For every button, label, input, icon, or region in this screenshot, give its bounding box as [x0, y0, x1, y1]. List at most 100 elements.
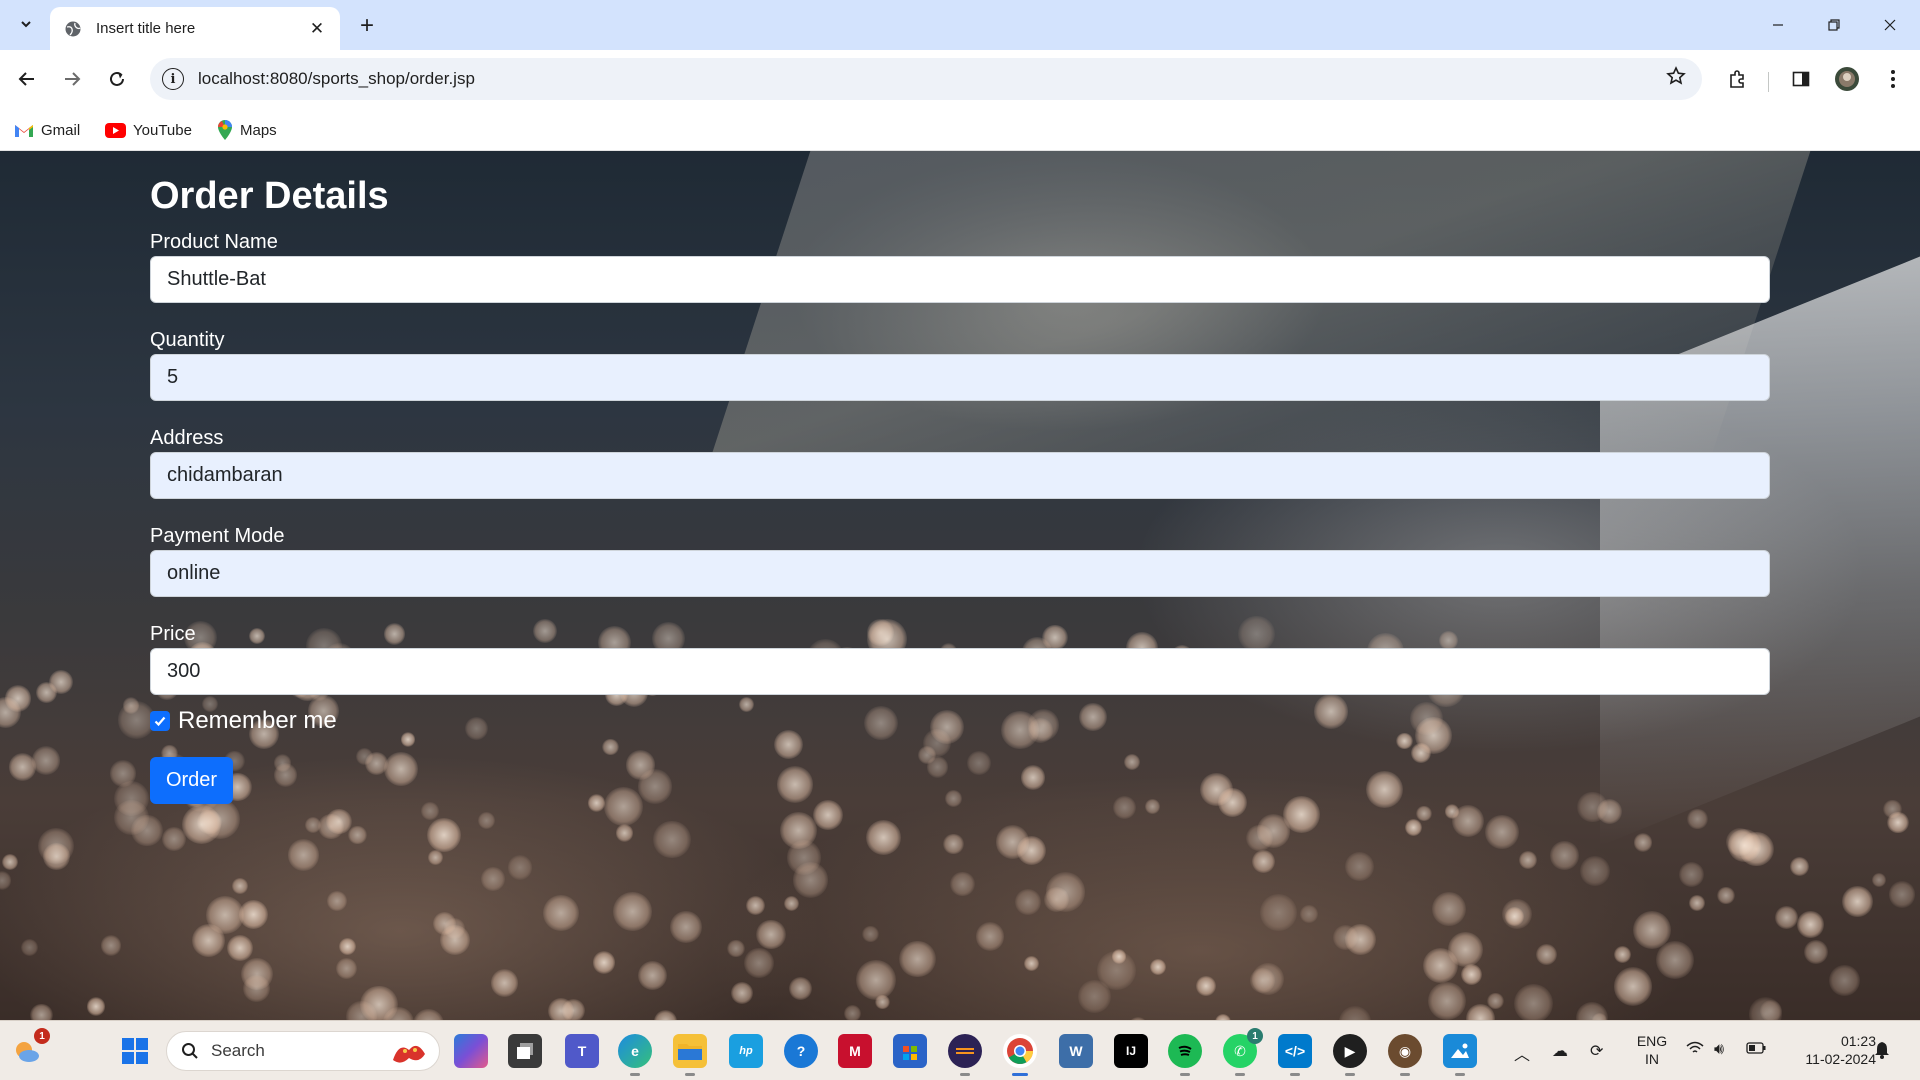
- bokeh-light: [49, 669, 74, 694]
- bokeh-light: [439, 925, 471, 956]
- close-tab-icon[interactable]: ✕: [306, 18, 328, 40]
- restore-button[interactable]: [1806, 0, 1862, 50]
- bokeh-light: [653, 820, 691, 859]
- bokeh-light: [1344, 851, 1375, 882]
- task-view-app[interactable]: [508, 1034, 542, 1068]
- notification-bell-icon[interactable]: [1874, 1041, 1890, 1064]
- chrome-app[interactable]: [1003, 1034, 1037, 1076]
- product-name-input[interactable]: [150, 256, 1770, 303]
- bookmark-label: YouTube: [133, 121, 192, 139]
- game-app[interactable]: ◉: [1388, 1034, 1422, 1076]
- start-button[interactable]: [118, 1034, 152, 1068]
- bokeh-light: [789, 977, 813, 1001]
- bokeh-light: [1259, 894, 1297, 932]
- file-explorer-app[interactable]: [673, 1034, 707, 1076]
- bokeh-light: [1829, 965, 1861, 997]
- bookmark-label: Maps: [240, 121, 277, 139]
- bokeh-light: [975, 922, 1004, 951]
- bokeh-light: [950, 871, 975, 897]
- side-panel-icon[interactable]: [1786, 64, 1816, 94]
- show-hidden-icons-chevron-icon[interactable]: ︿: [1514, 1041, 1530, 1065]
- payment-mode-input[interactable]: [150, 550, 1770, 597]
- bokeh-light: [181, 805, 221, 845]
- bokeh-light: [1487, 992, 1504, 1010]
- media-player-app[interactable]: ▶: [1333, 1034, 1367, 1076]
- help-icon: ?: [796, 1043, 806, 1059]
- bokeh-light: [326, 808, 352, 835]
- onedrive-icon[interactable]: ☁: [1552, 1041, 1568, 1061]
- address-input[interactable]: [150, 452, 1770, 499]
- bookmark-star-icon[interactable]: [1666, 66, 1686, 92]
- teams-icon: T: [577, 1043, 587, 1059]
- sync-icon[interactable]: ⟳: [1590, 1041, 1603, 1061]
- mcafee-app[interactable]: M: [838, 1034, 872, 1068]
- address-group: Address: [150, 425, 1770, 499]
- edge-icon: e: [631, 1043, 639, 1059]
- bookmark-maps[interactable]: Maps: [217, 117, 277, 143]
- close-window-button[interactable]: [1862, 0, 1918, 50]
- remember-me-checkbox[interactable]: [150, 711, 170, 731]
- site-info-icon[interactable]: i: [162, 68, 184, 90]
- clock[interactable]: 01:23 11-02-2024: [1782, 1032, 1876, 1068]
- bookmark-label: Gmail: [41, 121, 81, 139]
- photos-icon: [1451, 1043, 1469, 1058]
- volume-icon[interactable]: 🔊︎: [1714, 1041, 1724, 1059]
- reload-button[interactable]: [100, 62, 134, 96]
- get-help-app[interactable]: ?: [784, 1034, 818, 1068]
- bokeh-light: [100, 934, 122, 956]
- price-input[interactable]: [150, 648, 1770, 695]
- remember-me-row: Remember me: [150, 707, 1770, 735]
- edge-app[interactable]: e: [618, 1034, 652, 1076]
- bokeh-light: [1405, 819, 1423, 837]
- bokeh-light: [1579, 856, 1611, 887]
- quantity-input[interactable]: [150, 354, 1770, 401]
- gmail-icon: [14, 123, 34, 138]
- back-button[interactable]: [10, 62, 44, 96]
- new-tab-button[interactable]: +: [352, 11, 382, 41]
- product-name-label: Product Name: [150, 231, 278, 253]
- photos-app[interactable]: [1443, 1034, 1477, 1076]
- wifi-icon[interactable]: [1686, 1041, 1704, 1060]
- bokeh-light: [638, 961, 668, 991]
- mcafee-icon: M: [849, 1043, 861, 1059]
- teams-app[interactable]: T: [565, 1034, 599, 1068]
- taskbar-search[interactable]: Search: [166, 1031, 440, 1071]
- bookmark-gmail[interactable]: Gmail: [14, 117, 80, 143]
- notification-badge: 1: [34, 1028, 50, 1044]
- bokeh-light: [1, 854, 18, 870]
- bokeh-light: [1575, 1002, 1609, 1020]
- address-bar[interactable]: i localhost:8080/sports_shop/order.jsp: [150, 58, 1702, 100]
- menu-kebab-icon[interactable]: [1878, 64, 1908, 94]
- bokeh-light: [943, 833, 964, 855]
- language-indicator[interactable]: ENG IN: [1632, 1032, 1672, 1068]
- microsoft-store-app[interactable]: [893, 1034, 927, 1068]
- bokeh-light: [1023, 956, 1039, 971]
- bookmark-youtube[interactable]: YouTube: [105, 117, 192, 143]
- bokeh-light: [1614, 945, 1632, 963]
- myhp-icon: hp: [739, 1045, 753, 1057]
- bokeh-light: [1842, 886, 1873, 918]
- bokeh-light: [20, 939, 38, 957]
- bokeh-light: [862, 925, 879, 943]
- copilot-app[interactable]: [454, 1034, 488, 1068]
- weather-widget[interactable]: 1: [10, 1028, 50, 1068]
- minimize-button[interactable]: [1750, 0, 1806, 50]
- bokeh-light: [1045, 872, 1086, 912]
- profile-avatar[interactable]: [1832, 64, 1862, 94]
- forward-button[interactable]: [55, 62, 89, 96]
- tab-search-button[interactable]: [10, 10, 42, 40]
- url-text[interactable]: localhost:8080/sports_shop/order.jsp: [198, 69, 475, 89]
- clock-date: 11-02-2024: [1805, 1051, 1876, 1067]
- whatsapp-app[interactable]: ✆ 1: [1223, 1028, 1263, 1076]
- intellij-app[interactable]: IJ: [1114, 1034, 1148, 1068]
- browser-tab-active[interactable]: Insert title here ✕: [50, 7, 340, 50]
- spotify-app[interactable]: [1168, 1034, 1202, 1076]
- vscode-app[interactable]: </>: [1278, 1034, 1312, 1076]
- order-button[interactable]: Order: [150, 757, 233, 804]
- mysql-workbench-app[interactable]: W: [1059, 1034, 1093, 1068]
- extensions-icon[interactable]: [1722, 64, 1752, 94]
- remember-me-label[interactable]: Remember me: [178, 707, 337, 735]
- eclipse-app[interactable]: [948, 1034, 982, 1076]
- myhp-app[interactable]: hp: [729, 1034, 763, 1068]
- battery-icon[interactable]: [1746, 1041, 1766, 1059]
